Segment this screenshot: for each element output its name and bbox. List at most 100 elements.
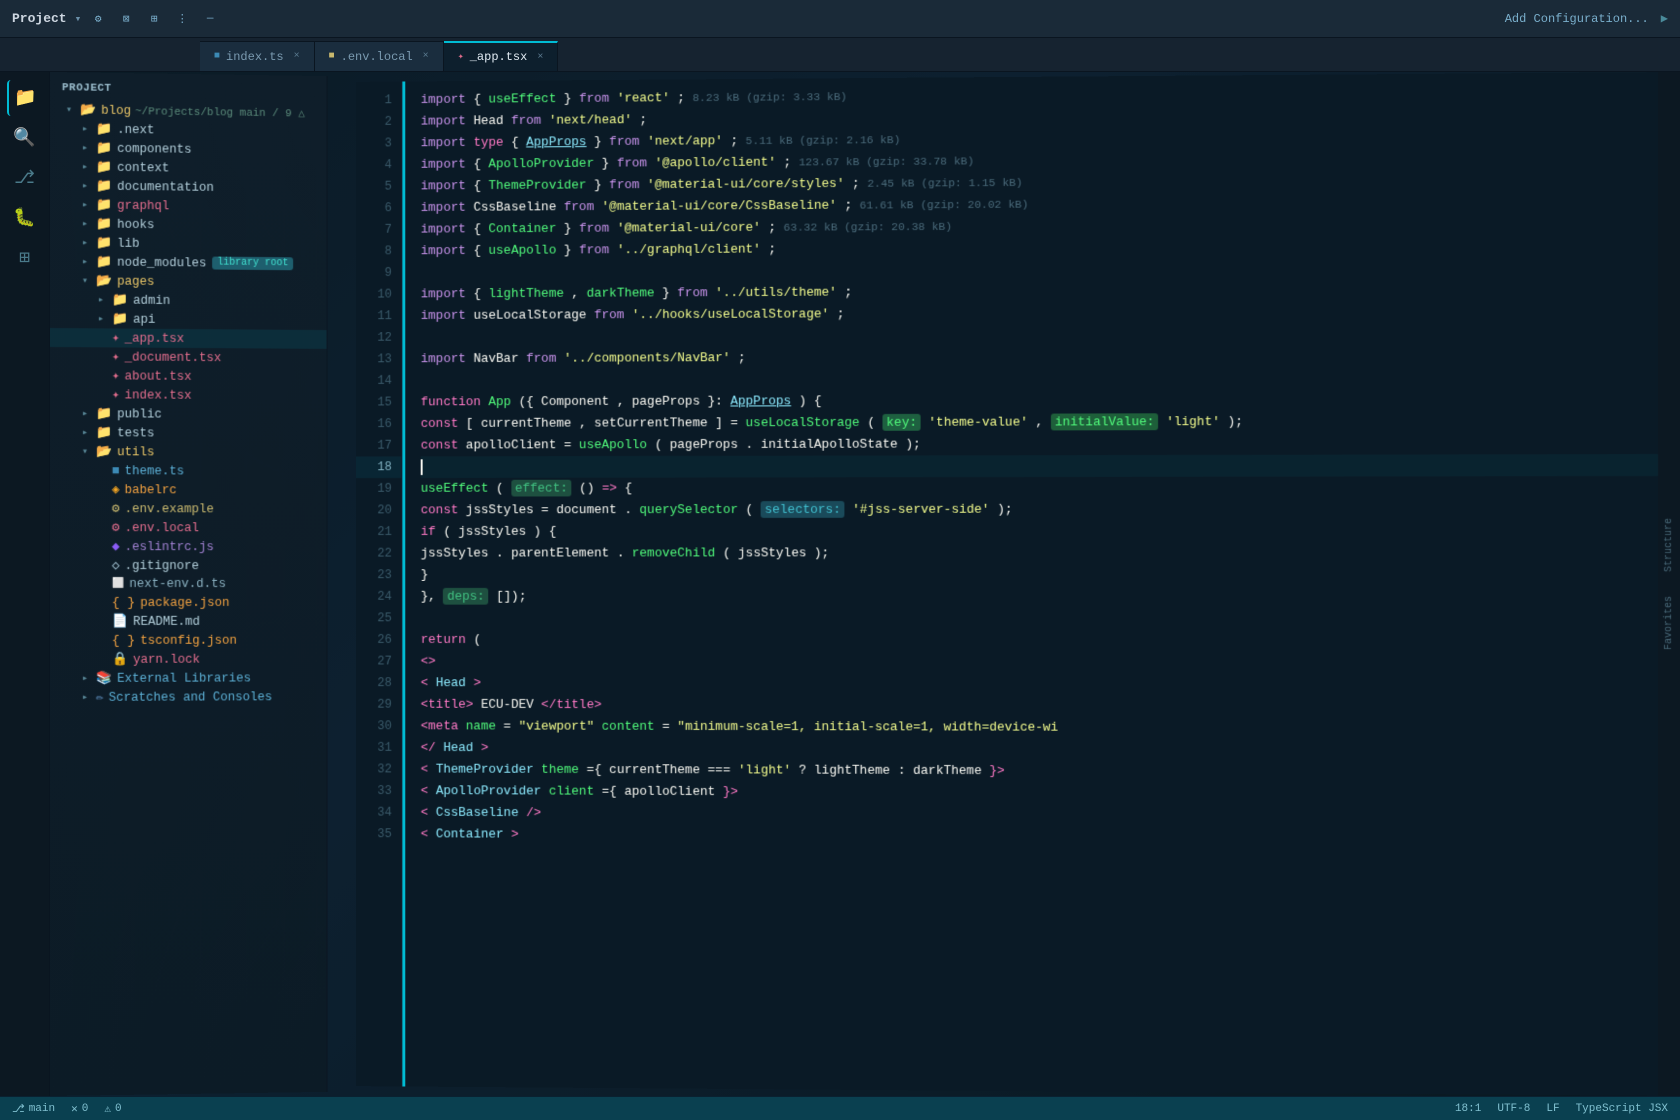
tree-item-env-example[interactable]: ⚙ .env.example	[50, 499, 327, 519]
explorer-icon[interactable]: 📁	[7, 80, 43, 116]
keyword: return	[421, 632, 466, 647]
tree-item-env-local[interactable]: ⚙ .env.local	[50, 518, 327, 537]
explorer-header: PROJECT	[50, 76, 327, 104]
tree-item-tsconfig[interactable]: { } tsconfig.json	[50, 631, 327, 650]
code-text: jssStyles	[466, 502, 541, 517]
tab-close-icon[interactable]: ×	[294, 51, 300, 62]
tab-index-ts[interactable]: ■ index.ts ×	[200, 41, 315, 71]
code-content: 1 2 3 4 5 6 7 8 9 10 11 12 13 14 15 16 1	[356, 72, 1680, 1096]
tree-label: next-env.d.ts	[129, 577, 226, 591]
tab-bar: ■ index.ts × ■ .env.local × ✦ _app.tsx ×	[0, 38, 1680, 72]
tsx-file-icon: ✦	[112, 387, 120, 402]
tree-label: api	[133, 312, 155, 326]
folder-icon: 📁	[112, 311, 128, 326]
tree-label: lib	[117, 236, 139, 250]
tree-label: documentation	[117, 179, 214, 194]
minimize-icon[interactable]: —	[201, 10, 219, 28]
tree-item-package-json[interactable]: { } package.json	[50, 593, 327, 612]
line-ending-status[interactable]: LF	[1546, 1103, 1559, 1115]
code-text: jssStyles	[421, 546, 489, 561]
cursor-position: 18:1	[1455, 1103, 1481, 1115]
code-text: darkTheme	[913, 763, 982, 778]
tree-item-next-env[interactable]: ⬜ next-env.d.ts	[50, 575, 327, 593]
tree-label: .env.example	[125, 502, 214, 516]
fullscreen-icon[interactable]: ⊠	[117, 10, 135, 28]
tree-item-about-tsx[interactable]: ✦ about.tsx	[50, 366, 327, 387]
md-file-icon: 📄	[112, 614, 128, 629]
keyword: import	[421, 92, 466, 107]
tree-item-gitignore[interactable]: ◇ .gitignore	[50, 556, 327, 575]
add-config-label[interactable]: Add Configuration...	[1505, 12, 1649, 26]
tree-label: index.tsx	[125, 388, 192, 402]
git-icon[interactable]: ⎇	[7, 160, 43, 196]
tab-close-icon[interactable]: ×	[537, 52, 543, 63]
tree-item-public[interactable]: ▸ 📁 public	[50, 404, 327, 424]
tree-item-app-tsx[interactable]: ✦ _app.tsx	[50, 328, 327, 349]
keyword: const	[421, 416, 459, 431]
tree-item-theme-ts[interactable]: ■ theme.ts	[50, 461, 327, 481]
arrow-icon: ▸	[82, 427, 92, 439]
extensions-icon[interactable]: ⊞	[7, 240, 43, 276]
tree-item-document-tsx[interactable]: ✦ _document.tsx	[50, 347, 327, 368]
search-icon[interactable]: 🔍	[7, 120, 43, 156]
favorites-tab[interactable]: Favorites	[1660, 584, 1679, 662]
code-text: (	[746, 502, 754, 517]
tab-app-tsx[interactable]: ✦ _app.tsx ×	[444, 41, 559, 71]
errors-status[interactable]: ✕ 0	[71, 1102, 88, 1116]
tree-item-babelrc[interactable]: ◈ babelrc	[50, 480, 327, 500]
folder-icon: 📁	[96, 406, 112, 421]
code-text: useEffect	[421, 481, 489, 496]
folder-icon: 📁	[96, 425, 112, 440]
string: 'light'	[1166, 414, 1220, 429]
arrow-icon: ▸	[82, 123, 92, 135]
language-status[interactable]: TypeScript JSX	[1576, 1103, 1668, 1115]
tab-env-local[interactable]: ■ .env.local ×	[315, 41, 444, 71]
layout-icon[interactable]: ⊞	[145, 10, 163, 28]
tree-item-index-tsx[interactable]: ✦ index.tsx	[50, 385, 327, 405]
tree-label: pages	[117, 274, 154, 288]
tree-label: Scratches and Consoles	[109, 690, 273, 704]
code-text: ] =	[715, 415, 745, 430]
tree-item-utils[interactable]: ▾ 📂 utils	[50, 442, 327, 462]
jsx-tag: <	[421, 762, 429, 777]
title-icons: ⚙ ⊠ ⊞ ⋮ —	[89, 10, 219, 28]
code-text: (	[655, 437, 663, 452]
project-dropdown-icon[interactable]: ▾	[75, 12, 82, 26]
eslint-file-icon: ◆	[112, 539, 120, 554]
line-col: 18:1	[1455, 1103, 1481, 1115]
code-text: }:	[708, 394, 731, 409]
line-num-18: 18	[356, 456, 401, 478]
debug-icon[interactable]: 🐛	[7, 200, 43, 236]
activity-bar: 📁 🔍 ⎇ 🐛 ⊞	[0, 72, 50, 1096]
lock-file-icon: 🔒	[112, 652, 128, 667]
tab-label: index.ts	[226, 50, 284, 64]
tree-item-readme[interactable]: 📄 README.md	[50, 612, 327, 631]
tsx-file-icon: ✦	[112, 368, 120, 383]
git-branch-status[interactable]: ⎇ main	[12, 1102, 55, 1116]
tree-label: _app.tsx	[125, 331, 185, 345]
line-num-21: 21	[356, 521, 401, 543]
tree-label: babelrc	[125, 483, 177, 497]
jsx-tag: <title>	[421, 697, 474, 712]
more-icon[interactable]: ⋮	[173, 10, 191, 28]
structure-tab[interactable]: Structure	[1660, 506, 1679, 584]
line-num-1: 1	[356, 89, 401, 111]
tree-item-scratches[interactable]: ▸ ✏ Scratches and Consoles	[50, 687, 327, 707]
run-button[interactable]: ▶	[1661, 11, 1668, 26]
tree-item-yarn-lock[interactable]: 🔒 yarn.lock	[50, 649, 327, 669]
warnings-status[interactable]: ⚠ 0	[104, 1102, 121, 1116]
tree-item-eslintrc[interactable]: ◆ .eslintrc.js	[50, 537, 327, 556]
code-editor[interactable]: 1 2 3 4 5 6 7 8 9 10 11 12 13 14 15 16 1	[356, 72, 1680, 1096]
tab-close-icon[interactable]: ×	[423, 51, 429, 62]
string: 'light'	[738, 763, 791, 778]
code-text: currentTheme	[481, 416, 571, 431]
settings-icon[interactable]: ⚙	[89, 10, 107, 28]
string: "viewport"	[519, 719, 594, 734]
tree-label: admin	[133, 293, 170, 307]
ts-icon: ■	[214, 51, 220, 62]
keyword: const	[421, 438, 459, 453]
encoding-status[interactable]: UTF-8	[1497, 1103, 1530, 1115]
code-text: useApollo	[579, 437, 647, 452]
arrow-icon: ▸	[82, 408, 92, 420]
tree-item-tests[interactable]: ▸ 📁 tests	[50, 423, 327, 443]
